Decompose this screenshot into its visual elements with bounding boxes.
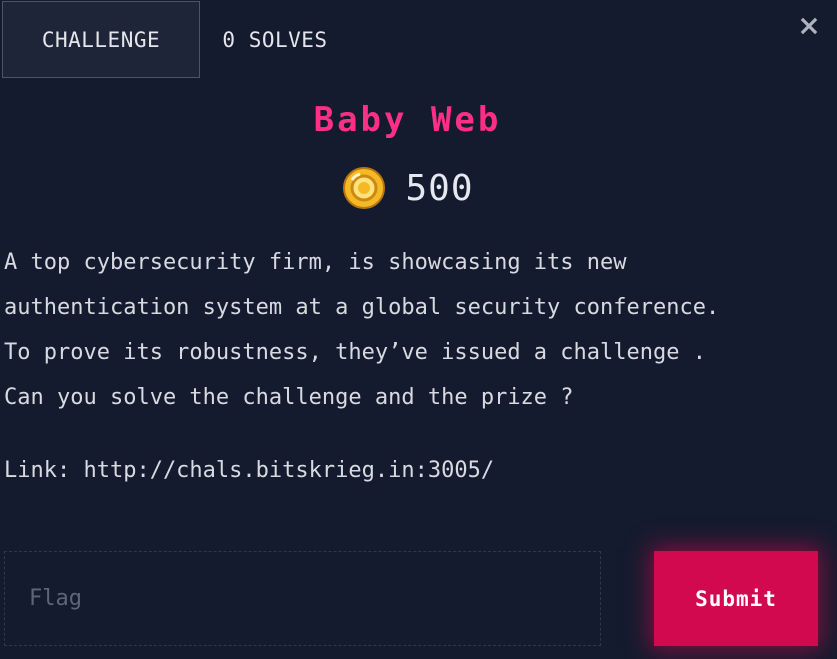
challenge-title: Baby Web — [313, 100, 502, 140]
challenge-points: 500 — [405, 167, 474, 209]
close-icon — [800, 17, 818, 35]
tab-solves[interactable]: 0 SOLVES — [200, 1, 350, 78]
submit-button[interactable]: Submit — [654, 551, 818, 646]
challenge-modal: CHALLENGE 0 SOLVES Baby Web 500 A top cy… — [0, 0, 837, 659]
challenge-value-row: 500 — [0, 165, 815, 211]
description-line: A top cybersecurity firm, is showcasing … — [4, 250, 627, 275]
coin-icon — [341, 165, 387, 211]
description-line: Can you solve the challenge and the priz… — [4, 385, 574, 410]
modal-tabs: CHALLENGE 0 SOLVES — [2, 1, 350, 79]
flag-input[interactable] — [4, 551, 601, 646]
tab-challenge[interactable]: CHALLENGE — [2, 1, 200, 78]
challenge-link[interactable]: Link: http://chals.bitskrieg.in:3005/ — [4, 448, 494, 493]
description-line: authentication system at a global securi… — [4, 295, 720, 320]
challenge-description: A top cybersecurity firm, is showcasing … — [4, 240, 834, 420]
description-line: To prove its robustness, they’ve issued … — [4, 340, 706, 365]
close-button[interactable] — [797, 12, 821, 40]
